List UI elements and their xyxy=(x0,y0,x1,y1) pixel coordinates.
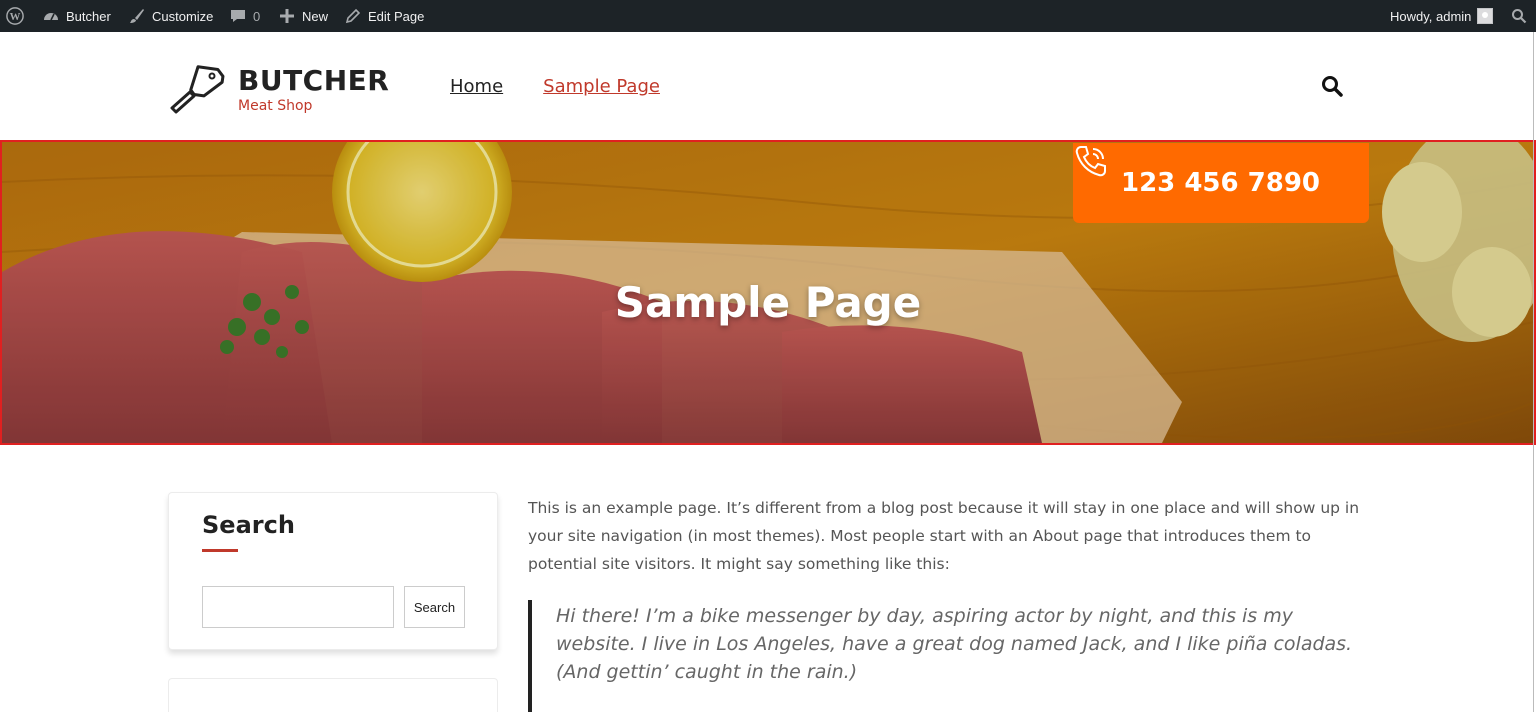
window-edge xyxy=(1533,32,1534,712)
my-account-link[interactable]: Howdy, admin xyxy=(1390,0,1494,32)
site-name-link[interactable]: Butcher xyxy=(42,0,111,32)
cleaver-icon xyxy=(166,62,230,118)
page-hero-banner: Sample Page 123 456 7890 xyxy=(0,140,1536,445)
page-content-quote: Hi there! I’m a bike messenger by day, a… xyxy=(528,600,1368,712)
comments-link[interactable]: 0 xyxy=(229,0,260,32)
customize-link[interactable]: Customize xyxy=(128,0,213,32)
search-widget: Search Search xyxy=(168,492,498,650)
new-content-link[interactable]: New xyxy=(278,0,328,32)
pencil-icon xyxy=(344,7,362,25)
phone-number: 123 456 7890 xyxy=(1121,168,1321,198)
wordpress-logo-button[interactable]: W xyxy=(6,0,24,32)
comment-icon xyxy=(229,7,247,25)
site-logo[interactable]: BUTCHER Meat Shop xyxy=(166,62,389,118)
site-name-label: Butcher xyxy=(66,8,111,24)
edit-page-link[interactable]: Edit Page xyxy=(344,0,424,32)
comments-count: 0 xyxy=(253,8,261,24)
logo-text: BUTCHER Meat Shop xyxy=(238,63,390,115)
sidebar-widget xyxy=(168,678,498,712)
new-label: New xyxy=(302,8,329,24)
search-input[interactable] xyxy=(202,586,394,628)
plus-icon xyxy=(278,7,296,25)
customize-label: Customize xyxy=(152,8,214,24)
svg-text:W: W xyxy=(10,11,21,23)
logo-title: BUTCHER xyxy=(238,63,390,97)
header-search-button[interactable] xyxy=(1320,74,1344,98)
brush-icon xyxy=(128,7,146,25)
edit-page-label: Edit Page xyxy=(368,8,425,24)
nav-item-home[interactable]: Home xyxy=(450,76,503,97)
search-icon xyxy=(1320,76,1344,102)
avatar xyxy=(1477,8,1494,24)
logo-subtitle: Meat Shop xyxy=(238,97,313,114)
admin-bar: W Butcher Customize 0 New Edit Page Howd… xyxy=(0,0,1536,32)
phone-call-box[interactable]: 123 456 7890 xyxy=(1073,143,1369,223)
admin-search-button[interactable] xyxy=(1510,0,1528,32)
dashboard-icon xyxy=(42,7,60,25)
site-header: BUTCHER Meat Shop Home Sample Page xyxy=(0,32,1536,140)
search-icon xyxy=(1510,7,1528,25)
widget-title: Search xyxy=(202,511,295,539)
title-underline xyxy=(202,549,238,552)
howdy-label: Howdy, admin xyxy=(1390,8,1472,24)
wordpress-icon: W xyxy=(6,7,24,25)
nav-item-sample-page[interactable]: Sample Page xyxy=(543,76,660,97)
page-content-paragraph: This is an example page. It’s different … xyxy=(528,499,1360,573)
search-submit-button[interactable]: Search xyxy=(404,586,465,628)
primary-navigation: Home Sample Page xyxy=(450,76,660,97)
page-title: Sample Page xyxy=(614,278,922,327)
